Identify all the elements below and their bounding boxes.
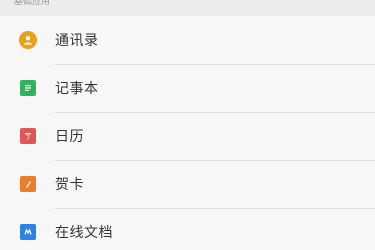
greeting-card-icon <box>18 174 38 194</box>
list-item-greeting-card[interactable]: 贺卡 <box>0 160 375 208</box>
svg-text:7: 7 <box>26 135 30 141</box>
list-item-label: 记事本 <box>55 81 99 97</box>
list-item-contacts[interactable]: 通讯录 <box>0 16 375 64</box>
list-item-calendar[interactable]: 7 日历 <box>0 112 375 160</box>
notebook-icon <box>18 78 38 98</box>
list-item-notebook[interactable]: 记事本 <box>0 64 375 112</box>
app-list: 通讯录 记事本 7 日历 贺卡 在线文档 <box>0 16 375 250</box>
online-doc-icon <box>18 222 38 242</box>
contacts-icon <box>18 30 38 50</box>
calendar-icon: 7 <box>18 126 38 146</box>
app-list-page: 基础应用 通讯录 记事本 7 日历 贺卡 在线文档 <box>0 0 375 250</box>
list-item-label: 日历 <box>55 129 84 145</box>
list-item-label: 通讯录 <box>55 33 99 49</box>
list-item-label: 在线文档 <box>55 225 113 241</box>
list-item-label: 贺卡 <box>55 177 84 193</box>
section-header: 基础应用 <box>14 0 51 7</box>
list-item-online-doc[interactable]: 在线文档 <box>0 208 375 250</box>
